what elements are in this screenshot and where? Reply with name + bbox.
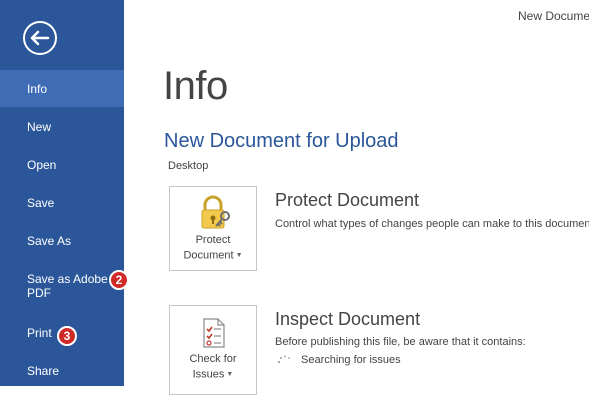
sidebar-item-new[interactable]: New [0, 120, 124, 134]
tile-label: Check for [189, 353, 237, 365]
step-badge: 3 [57, 326, 77, 346]
sidebar-item-label: Save as Adobe PDF [27, 272, 108, 300]
document-location-link[interactable]: Desktop [168, 160, 208, 172]
sidebar-item-label: Save [27, 196, 55, 210]
section-title: Inspect Document [275, 309, 421, 329]
document-title: New Document for Upload [164, 130, 399, 152]
lock-key-icon [201, 195, 230, 229]
section-title: Protect Document [275, 190, 420, 210]
sidebar-item-info[interactable]: Info [0, 70, 124, 107]
section-description: Control what types of changes people can… [275, 218, 589, 230]
tile-label-line2: Document [183, 249, 234, 262]
sidebar-item-save-as-adobe-pdf[interactable]: Save as Adobe PDF [0, 272, 124, 300]
sidebar-item-label: Save As [27, 234, 72, 248]
sidebar-item-label: Open [27, 158, 57, 172]
window-title: New Document [518, 9, 589, 23]
tile-label: Issues ▼ [170, 367, 256, 382]
tile-label-line2: Issues [192, 368, 225, 381]
back-button[interactable] [22, 20, 58, 56]
protect-document-button[interactable]: Protect Document ▼ [169, 186, 257, 271]
page-title: Info [163, 64, 228, 108]
loading-spinner-icon [278, 355, 290, 364]
status-text: Searching for issues [301, 354, 401, 366]
sidebar-item-share[interactable]: Share [0, 364, 124, 378]
sidebar-item-save[interactable]: Save [0, 196, 124, 210]
check-for-issues-button[interactable]: Check for Issues ▼ [169, 305, 257, 395]
dropdown-caret-icon: ▼ [226, 371, 234, 378]
checklist-icon [203, 318, 225, 348]
tile-label: Document ▼ [170, 248, 256, 263]
sidebar-item-label: Share [27, 364, 60, 378]
sidebar-item-label: New [27, 120, 52, 134]
sidebar-item-save-as[interactable]: Save As [0, 234, 124, 248]
sidebar-item-label: Print [27, 326, 52, 340]
section-description: Before publishing this file, be aware th… [275, 336, 526, 348]
sidebar-item-label: Info [27, 82, 48, 96]
step-badge: 2 [109, 270, 129, 290]
status-line: Searching for issues [277, 354, 401, 366]
sidebar-item-open[interactable]: Open [0, 158, 124, 172]
tile-label: Protect [195, 234, 231, 246]
dropdown-caret-icon: ▼ [235, 252, 243, 259]
back-arrow-icon [23, 21, 57, 55]
